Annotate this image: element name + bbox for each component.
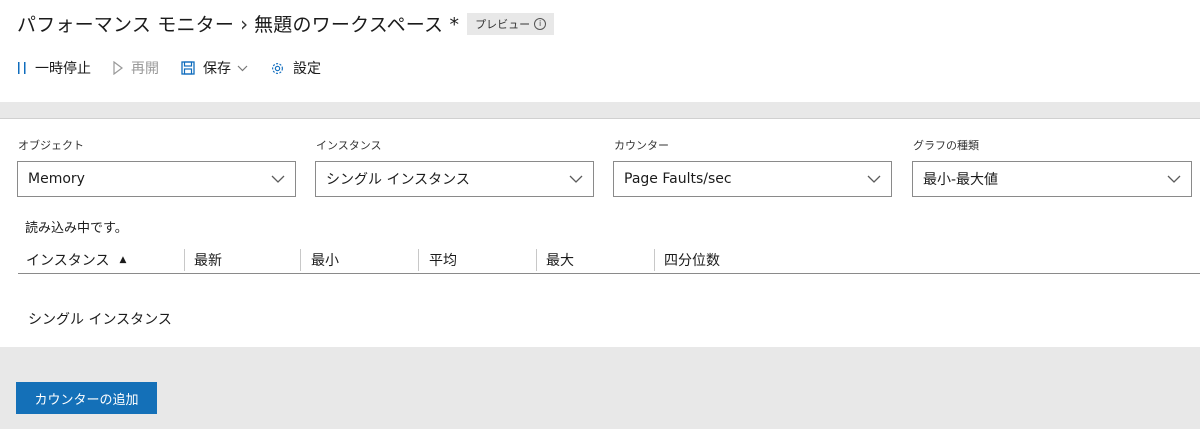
column-divider[interactable]	[418, 249, 419, 271]
column-header-label: 最小	[311, 253, 339, 269]
column-header-min[interactable]: 最小	[311, 247, 339, 273]
table-row[interactable]: シングル インスタンス	[28, 309, 172, 329]
settings-label: 設定	[293, 61, 321, 77]
counter-value: Page Faults/sec	[624, 171, 732, 187]
chevron-down-icon	[1167, 175, 1181, 183]
breadcrumb-separator: ›	[240, 11, 249, 36]
instance-label: インスタンス	[316, 139, 382, 152]
sort-ascending-icon: ▲	[119, 255, 127, 265]
counter-label: カウンター	[614, 139, 669, 152]
column-header-label: 最大	[546, 253, 574, 269]
save-icon	[181, 61, 195, 75]
column-header-instance[interactable]: インスタンス ▲	[26, 247, 126, 273]
column-header-label: 四分位数	[664, 253, 720, 269]
instance-value: シングル インスタンス	[326, 172, 470, 188]
save-label: 保存	[203, 61, 231, 77]
play-icon	[113, 61, 123, 75]
resume-button[interactable]: 再開	[113, 58, 159, 78]
resume-label: 再開	[131, 61, 159, 77]
counter-select[interactable]: Page Faults/sec	[613, 161, 892, 197]
object-value: Memory	[28, 171, 85, 187]
counter-panel: オブジェクト Memory インスタンス シングル インスタンス カウンター P…	[0, 118, 1200, 348]
column-header-label: インスタンス	[26, 253, 110, 269]
chevron-down-icon	[271, 175, 285, 183]
pause-button[interactable]: 一時停止	[17, 58, 91, 78]
preview-badge[interactable]: プレビュー i	[467, 12, 555, 35]
loading-status: 読み込み中です。	[25, 221, 128, 236]
page-title: 無題のワークスペース *	[254, 14, 460, 36]
header: パフォーマンス モニター › 無題のワークスペース * プレビュー i 一時停止…	[0, 0, 1200, 102]
save-button[interactable]: 保存	[181, 58, 248, 78]
graph-type-select[interactable]: 最小-最大値	[912, 161, 1192, 197]
instance-cell: シングル インスタンス	[28, 312, 172, 328]
info-icon: i	[534, 17, 547, 30]
chevron-down-icon[interactable]	[237, 61, 248, 75]
chevron-down-icon	[569, 175, 583, 183]
separator-band	[0, 102, 1200, 118]
column-header-average[interactable]: 平均	[429, 247, 457, 273]
object-label: オブジェクト	[18, 139, 84, 152]
column-header-latest[interactable]: 最新	[194, 247, 222, 273]
column-divider[interactable]	[300, 249, 301, 271]
column-header-max[interactable]: 最大	[546, 247, 574, 273]
column-divider[interactable]	[184, 249, 185, 271]
column-header-label: 最新	[194, 253, 222, 269]
pause-icon	[17, 61, 27, 75]
breadcrumb-root[interactable]: パフォーマンス モニター	[17, 10, 234, 37]
footer-band	[0, 347, 1200, 429]
column-divider[interactable]	[654, 249, 655, 271]
object-select[interactable]: Memory	[17, 161, 296, 197]
toolbar: 一時停止 再開 保存 設定	[17, 58, 343, 78]
pause-label: 一時停止	[35, 61, 91, 77]
preview-label: プレビュー	[475, 17, 531, 31]
column-header-quartile[interactable]: 四分位数	[664, 247, 720, 273]
column-divider[interactable]	[536, 249, 537, 271]
graph-type-value: 最小-最大値	[923, 172, 999, 188]
gear-icon	[270, 61, 285, 76]
chevron-down-icon	[867, 175, 881, 183]
instance-select[interactable]: シングル インスタンス	[315, 161, 594, 197]
add-counter-button[interactable]: カウンターの追加	[16, 382, 157, 414]
graph-type-label: グラフの種類	[913, 139, 979, 152]
breadcrumb: パフォーマンス モニター › 無題のワークスペース * プレビュー i	[17, 10, 555, 37]
column-header-label: 平均	[429, 253, 457, 269]
table-header: インスタンス ▲ 最新 最小 平均 最大 四分位数	[18, 247, 1200, 274]
settings-button[interactable]: 設定	[270, 58, 321, 78]
